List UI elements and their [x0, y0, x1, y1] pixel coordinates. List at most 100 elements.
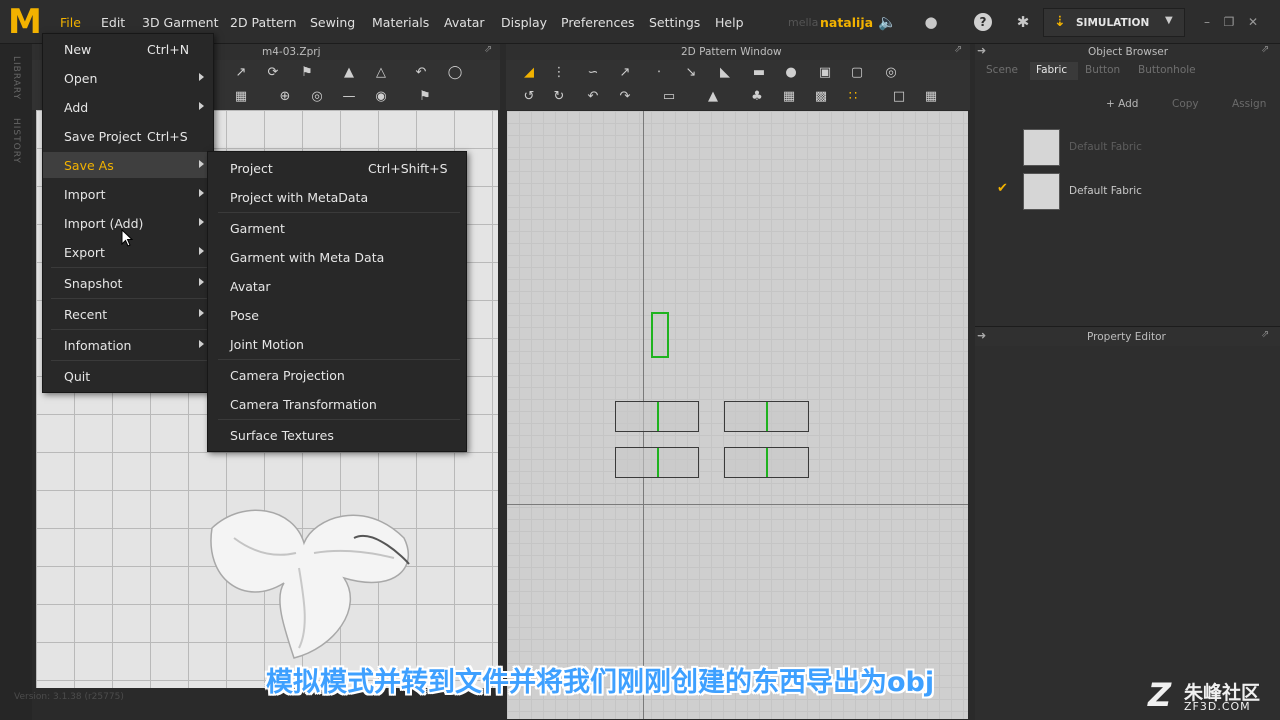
menu-preferences[interactable]: Preferences [561, 15, 635, 30]
ellipse-icon[interactable]: ● [782, 64, 800, 82]
menu-item-quit[interactable]: Quit [43, 363, 213, 389]
menu-item-recent[interactable]: Recent [43, 301, 213, 327]
save-as-garment[interactable]: Garment [208, 215, 466, 241]
undock-icon[interactable]: ⇗ [954, 44, 962, 55]
save-as-joint-motion[interactable]: Joint Motion [208, 331, 466, 357]
edit-point-icon[interactable]: ⋮ [550, 64, 568, 82]
menu-item-save-as[interactable]: Save As [43, 152, 213, 178]
menu-item-snapshot[interactable]: Snapshot [43, 270, 213, 296]
simulation-button[interactable]: ⇣ SIMULATION ▼ [1043, 8, 1185, 37]
pattern-piece-selected[interactable] [651, 312, 669, 358]
menu-item-import[interactable]: Import [43, 181, 213, 207]
select-area-icon[interactable]: □ [890, 88, 908, 106]
assign-fabric-button[interactable]: Assign [1232, 98, 1266, 116]
add-point-icon[interactable]: ↗ [616, 64, 634, 82]
save-as-camera-transformation[interactable]: Camera Transformation [208, 391, 466, 417]
menu-item-add[interactable]: Add [43, 94, 213, 120]
undock-icon[interactable]: ⇗ [484, 44, 492, 55]
menu-file[interactable]: File [60, 15, 81, 30]
checker-icon[interactable]: ▩ [812, 88, 830, 106]
fabric-list-item[interactable]: Default Fabric [985, 127, 1270, 167]
target-icon[interactable]: ⊕ [276, 88, 294, 106]
pattern-piece[interactable] [724, 447, 809, 478]
menu-item-information[interactable]: Infomation [43, 332, 213, 358]
arrow-right-icon[interactable]: ➜ [977, 329, 986, 342]
tab-fabric[interactable]: Fabric [1036, 64, 1067, 76]
dress-icon[interactable]: △ [372, 64, 390, 82]
menu-avatar[interactable]: Avatar [444, 15, 485, 30]
menu-item-save-project[interactable]: Save Project Ctrl+S [43, 123, 213, 149]
transform-pattern-icon[interactable]: ◢ [520, 64, 538, 82]
dart-icon[interactable]: ↘ [682, 64, 700, 82]
internal-rect-icon[interactable]: ▢ [848, 64, 866, 82]
pattern-piece[interactable] [615, 447, 699, 478]
help-icon[interactable]: ? [974, 13, 992, 31]
graphic-icon[interactable]: ♣ [748, 88, 766, 106]
sewing-icon[interactable]: ↺ [520, 88, 538, 106]
close-icon[interactable]: ✕ [1246, 15, 1260, 29]
menu-item-open[interactable]: Open [43, 65, 213, 91]
edit-curve-icon[interactable]: ∽ [584, 64, 602, 82]
menu-2d-pattern[interactable]: 2D Pattern [230, 15, 297, 30]
tab-buttonhole[interactable]: Buttonhole [1138, 64, 1196, 76]
library-tab[interactable]: LIBRARY [11, 56, 21, 100]
points-icon[interactable]: ∷ [844, 88, 862, 106]
menu-3d-garment[interactable]: 3D Garment [142, 15, 219, 30]
arrow-right-icon[interactable]: ➜ [977, 44, 986, 57]
button-icon[interactable]: ◉ [372, 88, 390, 106]
minimize-icon[interactable]: – [1200, 15, 1214, 29]
user-icon[interactable]: ● [922, 13, 940, 31]
tab-button[interactable]: Button [1085, 64, 1120, 76]
fold-icon[interactable]: ⟳ [264, 64, 282, 82]
line-icon[interactable]: — [340, 88, 358, 106]
2d-pattern-viewport[interactable] [507, 111, 968, 719]
save-as-camera-projection[interactable]: Camera Projection [208, 362, 466, 388]
save-as-project-metadata[interactable]: Project with MetaData [208, 184, 466, 210]
menu-materials[interactable]: Materials [372, 15, 429, 30]
edit-pattern-icon[interactable]: ↗ [232, 64, 250, 82]
save-as-garment-metadata[interactable]: Garment with Meta Data [208, 244, 466, 270]
fold-tool-icon[interactable]: ▭ [660, 88, 678, 106]
menu-edit[interactable]: Edit [101, 15, 125, 30]
pattern-piece[interactable] [615, 401, 699, 432]
shirt-icon[interactable]: ▲ [340, 64, 358, 82]
tack-sewing-icon[interactable]: ↷ [616, 88, 634, 106]
undock-icon[interactable]: ⇗ [1261, 44, 1269, 55]
speaker-icon[interactable]: 🔈 [878, 13, 897, 31]
pin-icon[interactable]: ⚑ [298, 64, 316, 82]
circle-icon[interactable]: ◎ [308, 88, 326, 106]
save-as-project[interactable]: Project Ctrl+Shift+S [208, 155, 466, 181]
fabric-list-item[interactable]: ✔ Default Fabric [985, 171, 1270, 211]
line-tool-icon[interactable]: ⋅ [650, 64, 668, 82]
garment-icon[interactable]: ✱ [1014, 13, 1032, 31]
save-as-surface-textures[interactable]: Surface Textures [208, 422, 466, 448]
menu-help[interactable]: Help [715, 15, 744, 30]
save-as-avatar[interactable]: Avatar [208, 273, 466, 299]
history-tab[interactable]: HISTORY [11, 118, 21, 164]
free-sewing-icon[interactable]: ↶ [584, 88, 602, 106]
add-fabric-button[interactable]: + Add [1106, 98, 1138, 116]
pattern-piece[interactable] [724, 401, 809, 432]
menu-sewing[interactable]: Sewing [310, 15, 355, 30]
tack-icon[interactable]: ↶ [412, 64, 430, 82]
tab-scene[interactable]: Scene [986, 64, 1018, 76]
menu-settings[interactable]: Settings [649, 15, 700, 30]
rectangle-icon[interactable]: ▬ [750, 64, 768, 82]
menu-display[interactable]: Display [501, 15, 547, 30]
texture-icon[interactable]: ▲ [704, 88, 722, 106]
chevron-down-icon[interactable]: ▼ [1165, 15, 1173, 26]
grid-icon[interactable]: ▦ [232, 88, 250, 106]
user-name[interactable]: natalija [820, 15, 873, 30]
ring-icon[interactable]: ◯ [446, 64, 464, 82]
undock-icon[interactable]: ⇗ [1261, 329, 1269, 340]
garment-bow-shape[interactable] [204, 498, 424, 668]
polygon-icon[interactable]: ◣ [716, 64, 734, 82]
save-as-pose[interactable]: Pose [208, 302, 466, 328]
internal-circle-icon[interactable]: ◎ [882, 64, 900, 82]
copy-fabric-button[interactable]: Copy [1172, 98, 1199, 116]
menu-item-new[interactable]: New Ctrl+N [43, 36, 213, 62]
flag-icon[interactable]: ⚑ [416, 88, 434, 106]
zoom-area-icon[interactable]: ▦ [922, 88, 940, 106]
internal-polygon-icon[interactable]: ▣ [816, 64, 834, 82]
segment-sewing-icon[interactable]: ↻ [550, 88, 568, 106]
